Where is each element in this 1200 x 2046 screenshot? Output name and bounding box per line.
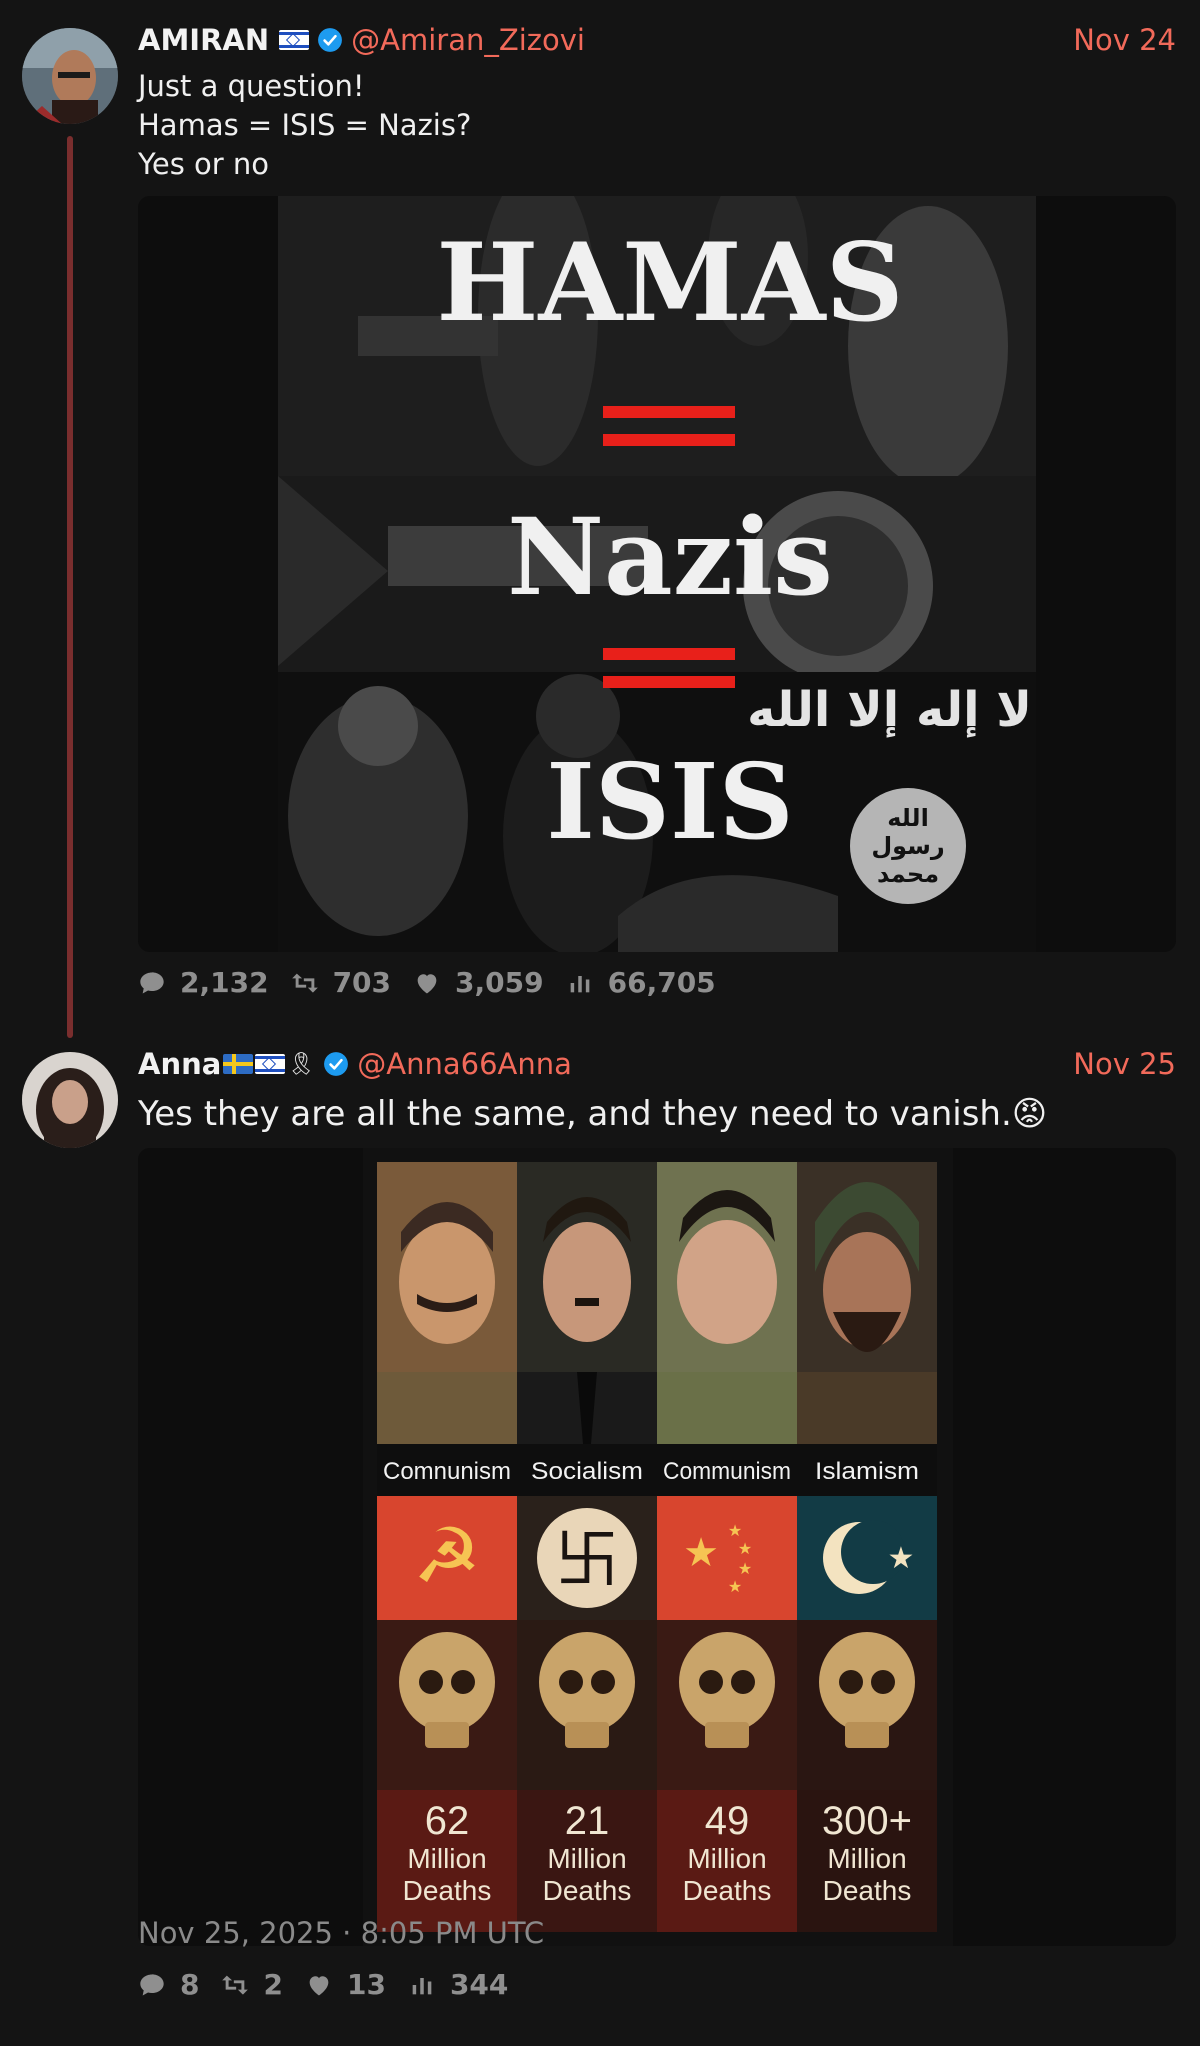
retweet-stat[interactable]: 2: [221, 1968, 283, 2001]
reply-count: 2,132: [180, 966, 269, 999]
views-count: 66,705: [607, 966, 716, 999]
tweet-text-line: Just a question!: [138, 69, 365, 103]
views-stat[interactable]: 344: [408, 1968, 508, 2001]
reply-count: 8: [180, 1968, 200, 2001]
image-word-isis: ISIS: [546, 740, 794, 863]
small-star-icon: ★: [738, 1539, 752, 1558]
tweet-text: Yes they are all the same, and they need…: [138, 1094, 1048, 1134]
author-name[interactable]: AMIRAN: [138, 23, 269, 57]
death-count: 21: [565, 1799, 610, 1843]
thread-line: [67, 136, 73, 1038]
death-label: Deaths: [683, 1875, 772, 1906]
tweet-timestamp[interactable]: Nov 25, 2025 · 8:05 PM UTC: [138, 1916, 544, 1950]
author-name[interactable]: Anna: [138, 1047, 221, 1081]
tweet-header: AMIRAN @Amiran_Zizovi Nov 24: [138, 20, 1176, 60]
heart-icon: [309, 1975, 329, 1995]
image-word-hamas: HAMAS: [436, 220, 903, 346]
tweet-date[interactable]: Nov 25: [1073, 1047, 1176, 1081]
like-stat[interactable]: 13: [305, 1968, 386, 2001]
death-label: Deaths: [403, 1875, 492, 1906]
tweet-text: Just a question! Hamas = ISIS = Nazis? Y…: [138, 67, 1176, 184]
death-unit: Million: [407, 1843, 486, 1874]
views-count: 344: [449, 1968, 509, 2001]
tweet-anna: Anna 🎗 @Anna66Anna Nov 25 Yes they are a…: [0, 1040, 1200, 2046]
reply-stat[interactable]: 2,132: [138, 966, 269, 999]
tweet-stats: 8 2 13 344: [138, 1968, 530, 2001]
retweet-icon: [291, 973, 318, 992]
ideology-label: Islamism: [815, 1458, 919, 1485]
sweden-flag-icon: [223, 1054, 254, 1074]
stars-icon: ★: [683, 1530, 719, 1576]
tweet-text-line: Hamas = ISIS = Nazis?: [138, 108, 472, 142]
retweet-stat[interactable]: 703: [291, 966, 391, 999]
tweet-image-ideology-deaths[interactable]: Comnunism ☭ 62 Million Deaths Socialism …: [138, 1148, 1176, 1946]
death-unit: Million: [547, 1843, 626, 1874]
views-icon: [412, 1977, 432, 1994]
author-handle[interactable]: @Amiran_Zizovi: [351, 23, 585, 57]
israel-flag-icon: [279, 30, 310, 50]
death-unit: Million: [687, 1843, 766, 1874]
heart-icon: [417, 973, 437, 993]
like-count: 3,059: [455, 966, 544, 999]
tweet-amiran: AMIRAN @Amiran_Zizovi Nov 24 Just a ques…: [0, 0, 1200, 1040]
verified-badge-icon: [324, 1052, 349, 1076]
death-label: Deaths: [823, 1875, 912, 1906]
tweet-header: Anna 🎗 @Anna66Anna Nov 25: [138, 1044, 1176, 1084]
avatar-amiran[interactable]: [22, 28, 118, 124]
retweet-count: 703: [332, 966, 392, 999]
death-count: 300+: [822, 1799, 912, 1843]
hammer-sickle-icon: ☭: [413, 1511, 481, 1600]
image-seal-line: محمد: [877, 860, 939, 888]
crescent-star-icon: ★: [888, 1541, 915, 1576]
small-star-icon: ★: [738, 1559, 752, 1578]
views-icon: [570, 975, 589, 992]
tweet-text-line: Yes or no: [138, 147, 270, 181]
image-arabic-banner: لا إله إلا الله: [747, 682, 1032, 738]
death-count: 62: [425, 1799, 470, 1843]
tweet-stats: 2,132 703 3,059 66,705: [138, 966, 738, 999]
ribbon-icon: 🎗: [287, 1051, 316, 1077]
tweet-date[interactable]: Nov 24: [1073, 23, 1176, 57]
ideology-label: Socialism: [531, 1458, 643, 1485]
comment-icon: [140, 1973, 164, 1995]
like-count: 13: [346, 1968, 386, 2001]
death-unit: Million: [827, 1843, 906, 1874]
israel-flag-icon: [255, 1054, 286, 1074]
views-stat[interactable]: 66,705: [566, 966, 716, 999]
ideology-label: Communism: [663, 1458, 791, 1485]
tweet-image-hamas-nazis-isis[interactable]: HAMAS Nazis ISIS لا إله إلا الله الله رس…: [138, 196, 1176, 952]
death-label: Deaths: [543, 1875, 632, 1906]
image-seal-line: رسول: [871, 832, 944, 860]
avatar-anna[interactable]: [22, 1052, 118, 1148]
reply-stat[interactable]: 8: [138, 1968, 199, 2001]
small-star-icon: ★: [728, 1577, 742, 1596]
small-star-icon: ★: [728, 1521, 742, 1540]
retweet-icon: [222, 1975, 249, 1994]
image-word-nazis: Nazis: [507, 494, 833, 619]
swastika-icon: 卐: [555, 1524, 619, 1598]
author-handle[interactable]: @Anna66Anna: [357, 1047, 572, 1081]
retweet-count: 2: [263, 1968, 283, 2001]
verified-badge-icon: [318, 28, 343, 52]
death-count: 49: [705, 1799, 750, 1843]
comment-icon: [140, 971, 164, 993]
image-seal-line: الله: [887, 804, 929, 832]
like-stat[interactable]: 3,059: [413, 966, 544, 999]
ideology-label: Comnunism: [383, 1458, 511, 1485]
